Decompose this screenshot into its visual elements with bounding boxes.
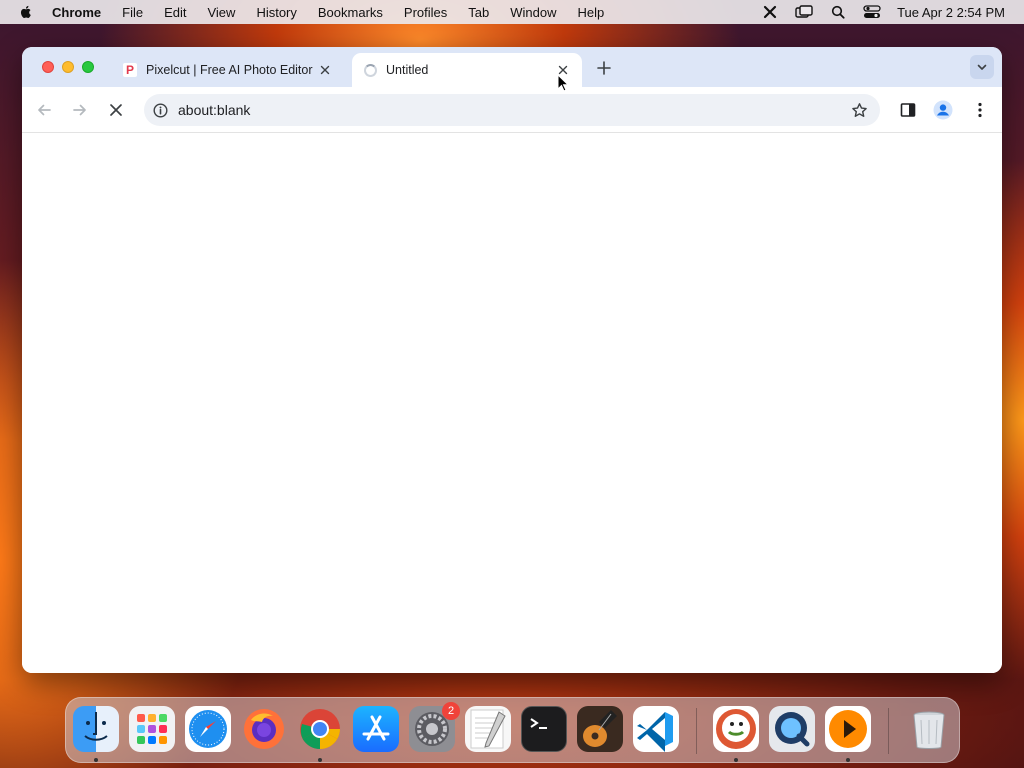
stop-x-icon: [110, 104, 122, 116]
dock-terminal-icon[interactable]: [521, 706, 567, 752]
tab-title: Untitled: [386, 63, 429, 77]
kebab-menu-icon: [978, 102, 982, 118]
forward-button[interactable]: [70, 100, 90, 120]
side-panel-icon: [900, 103, 916, 117]
chrome-menu-button[interactable]: [970, 100, 990, 120]
tab-close-icon[interactable]: [316, 61, 334, 79]
dock-chrome-icon[interactable]: [297, 706, 343, 752]
dock-app-store-icon[interactable]: [353, 706, 399, 752]
dock-divider: [888, 708, 889, 754]
dock-launchpad-icon[interactable]: [129, 706, 175, 752]
running-indicator: [734, 758, 738, 762]
mouse-cursor-icon: [557, 74, 569, 92]
tab-strip: P Pixelcut | Free AI Photo Editor Untitl…: [22, 47, 1002, 87]
chrome-window: P Pixelcut | Free AI Photo Editor Untitl…: [22, 47, 1002, 673]
notification-badge: 2: [442, 702, 460, 720]
dock-firefox-icon[interactable]: [241, 706, 287, 752]
tab-pixelcut[interactable]: P Pixelcut | Free AI Photo Editor: [112, 53, 344, 87]
spotlight-search-icon[interactable]: [829, 4, 847, 20]
menu-window[interactable]: Window: [510, 5, 556, 20]
menu-file[interactable]: File: [122, 5, 143, 20]
menu-view[interactable]: View: [207, 5, 235, 20]
close-window-button[interactable]: [42, 61, 54, 73]
back-arrow-icon: [38, 104, 51, 116]
zoom-window-button[interactable]: [82, 61, 94, 73]
loading-spinner-icon: [362, 62, 378, 78]
browser-toolbar: about:blank: [22, 87, 1002, 133]
dock-duckduckgo-icon[interactable]: [713, 706, 759, 752]
bookmark-star-icon[interactable]: [850, 101, 868, 119]
menu-help[interactable]: Help: [578, 5, 605, 20]
dock-trash-icon[interactable]: [906, 706, 952, 752]
dock-vscode-icon[interactable]: [633, 706, 679, 752]
site-info-icon[interactable]: [152, 102, 168, 118]
tab-title: Pixelcut | Free AI Photo Editor: [146, 63, 313, 77]
dock: 2: [65, 697, 960, 763]
profile-button[interactable]: [933, 100, 953, 120]
menu-bookmarks[interactable]: Bookmarks: [318, 5, 383, 20]
profile-avatar-icon: [933, 100, 953, 120]
menu-bar: Chrome File Edit View History Bookmarks …: [0, 0, 1024, 24]
menu-app-name[interactable]: Chrome: [52, 5, 101, 20]
dock-quicktime-icon[interactable]: [769, 706, 815, 752]
tab-search-button[interactable]: [970, 55, 994, 79]
dock-safari-icon[interactable]: [185, 706, 231, 752]
window-controls: [42, 61, 102, 73]
minimize-window-button[interactable]: [62, 61, 74, 73]
chevron-down-icon: [977, 64, 987, 70]
dock-divider: [696, 708, 697, 754]
dock-garageband-icon[interactable]: [577, 706, 623, 752]
running-indicator: [94, 758, 98, 762]
address-input[interactable]: about:blank: [178, 102, 850, 118]
running-indicator: [846, 758, 850, 762]
address-bar[interactable]: about:blank: [144, 94, 880, 126]
new-tab-button[interactable]: [594, 58, 614, 78]
menu-extras: Tue Apr 2 2:54 PM: [745, 0, 1005, 24]
forward-arrow-icon: [73, 104, 86, 116]
app-menu: Chrome File Edit View History Bookmarks …: [52, 5, 625, 20]
control-center-icon[interactable]: [863, 4, 881, 20]
dock-infuse-icon[interactable]: [825, 706, 871, 752]
stop-loading-button[interactable]: [106, 100, 126, 120]
tab-untitled[interactable]: Untitled: [352, 53, 582, 87]
dock-textedit-icon[interactable]: [465, 706, 511, 752]
pixelcut-favicon: P: [122, 62, 138, 78]
running-indicator: [318, 758, 322, 762]
screen-mirroring-icon[interactable]: [795, 4, 813, 20]
menu-edit[interactable]: Edit: [164, 5, 186, 20]
menu-profiles[interactable]: Profiles: [404, 5, 447, 20]
menu-tab[interactable]: Tab: [468, 5, 489, 20]
menubar-clock[interactable]: Tue Apr 2 2:54 PM: [897, 5, 1005, 20]
plus-icon: [597, 61, 611, 75]
apple-logo-icon[interactable]: [18, 4, 34, 20]
side-panel-button[interactable]: [898, 100, 918, 120]
close-x-icon[interactable]: [761, 4, 779, 20]
menu-history[interactable]: History: [256, 5, 296, 20]
dock-finder-icon[interactable]: [73, 706, 119, 752]
back-button[interactable]: [34, 100, 54, 120]
page-content[interactable]: [22, 134, 1002, 673]
